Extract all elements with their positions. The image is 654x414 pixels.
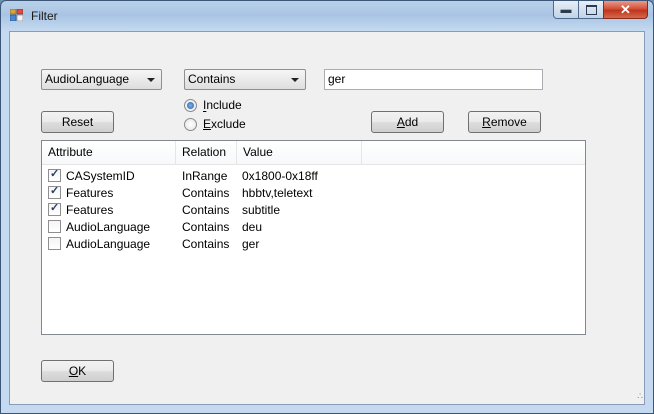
exclude-radio[interactable]: Exclude	[184, 117, 246, 131]
attribute-text: AudioLanguage	[66, 219, 151, 234]
value-cell: 0x1800-0x18ff	[242, 168, 318, 183]
chevron-down-icon	[291, 78, 299, 82]
maximize-icon	[585, 4, 597, 15]
relation-cell: Contains	[182, 185, 230, 200]
attribute-cell: AudioLanguage	[42, 237, 182, 251]
row-checkbox[interactable]	[48, 169, 61, 182]
attribute-dropdown-value: AudioLanguage	[45, 72, 130, 86]
attribute-text: Features	[66, 202, 114, 217]
attribute-cell: CASystemID	[42, 169, 182, 183]
value-textbox-text: ger	[328, 72, 346, 86]
client-area: AudioLanguage Contains ger Include Exclu…	[9, 31, 645, 405]
resize-grip-icon[interactable]: ∴	[637, 391, 643, 402]
window-title: Filter	[31, 9, 58, 23]
column-header-value[interactable]: Value	[237, 141, 362, 164]
reset-button[interactable]: Reset	[41, 111, 114, 133]
attribute-text: CASystemID	[66, 168, 135, 183]
value-textbox[interactable]: ger	[324, 69, 543, 90]
close-icon: ✕	[620, 1, 631, 17]
list-header: Attribute Relation Value	[42, 141, 585, 165]
minimize-icon: ▬	[560, 3, 572, 16]
value-cell: subtitle	[242, 202, 281, 217]
table-row[interactable]: AudioLanguage Contains ger	[42, 235, 585, 252]
table-row[interactable]: CASystemID InRange 0x1800-0x18ff	[42, 167, 585, 184]
attribute-cell: AudioLanguage	[42, 220, 182, 234]
attribute-cell: Features	[42, 203, 182, 217]
reset-button-label: Reset	[61, 115, 94, 129]
ok-button-label: OK	[68, 364, 87, 378]
attribute-cell: Features	[42, 186, 182, 200]
column-header-relation[interactable]: Relation	[176, 141, 237, 164]
title-bar[interactable]: Filter ▬ ✕	[1, 1, 653, 29]
ok-button[interactable]: OK	[41, 360, 114, 382]
row-checkbox[interactable]	[48, 203, 61, 216]
close-button[interactable]: ✕	[603, 1, 648, 19]
maximize-button[interactable]	[578, 1, 604, 19]
chevron-down-icon	[147, 78, 155, 82]
attribute-text: AudioLanguage	[66, 236, 151, 251]
value-cell: hbbtv,teletext	[242, 185, 313, 200]
remove-button[interactable]: Remove	[468, 111, 541, 133]
column-header-attribute[interactable]: Attribute	[42, 141, 176, 164]
value-cell: ger	[242, 236, 260, 251]
relation-dropdown[interactable]: Contains	[184, 69, 306, 90]
table-row[interactable]: Features Contains subtitle	[42, 201, 585, 218]
column-header-filler	[362, 141, 585, 164]
filter-window: Filter ▬ ✕ AudioLanguage Contains ger In…	[0, 0, 654, 414]
remove-button-label: Remove	[482, 115, 527, 129]
minimize-button[interactable]: ▬	[553, 1, 579, 19]
relation-cell: Contains	[182, 202, 230, 217]
add-button[interactable]: Add	[371, 111, 444, 133]
table-row[interactable]: AudioLanguage Contains deu	[42, 218, 585, 235]
attribute-dropdown[interactable]: AudioLanguage	[41, 69, 162, 90]
value-cell: deu	[242, 219, 263, 234]
table-row[interactable]: Features Contains hbbtv,teletext	[42, 184, 585, 201]
caption-buttons: ▬ ✕	[553, 1, 648, 20]
exclude-label: Exclude	[203, 117, 246, 131]
row-checkbox[interactable]	[48, 220, 61, 233]
radio-checked-icon	[184, 98, 197, 112]
attribute-text: Features	[66, 185, 114, 200]
row-checkbox[interactable]	[48, 186, 61, 199]
list-rows: CASystemID InRange 0x1800-0x18ff Features Co…	[42, 165, 585, 252]
relation-cell: Contains	[182, 219, 230, 234]
app-icon	[10, 9, 23, 21]
relation-cell: Contains	[182, 236, 230, 251]
filter-list[interactable]: Attribute Relation Value CASystemID InRan…	[41, 140, 586, 335]
include-label: Include	[203, 98, 242, 112]
include-radio[interactable]: Include	[184, 98, 242, 112]
relation-dropdown-value: Contains	[188, 72, 236, 86]
relation-cell: InRange	[182, 168, 228, 183]
row-checkbox[interactable]	[48, 237, 61, 250]
radio-unchecked-icon	[184, 117, 197, 131]
add-button-label: Add	[396, 115, 419, 129]
